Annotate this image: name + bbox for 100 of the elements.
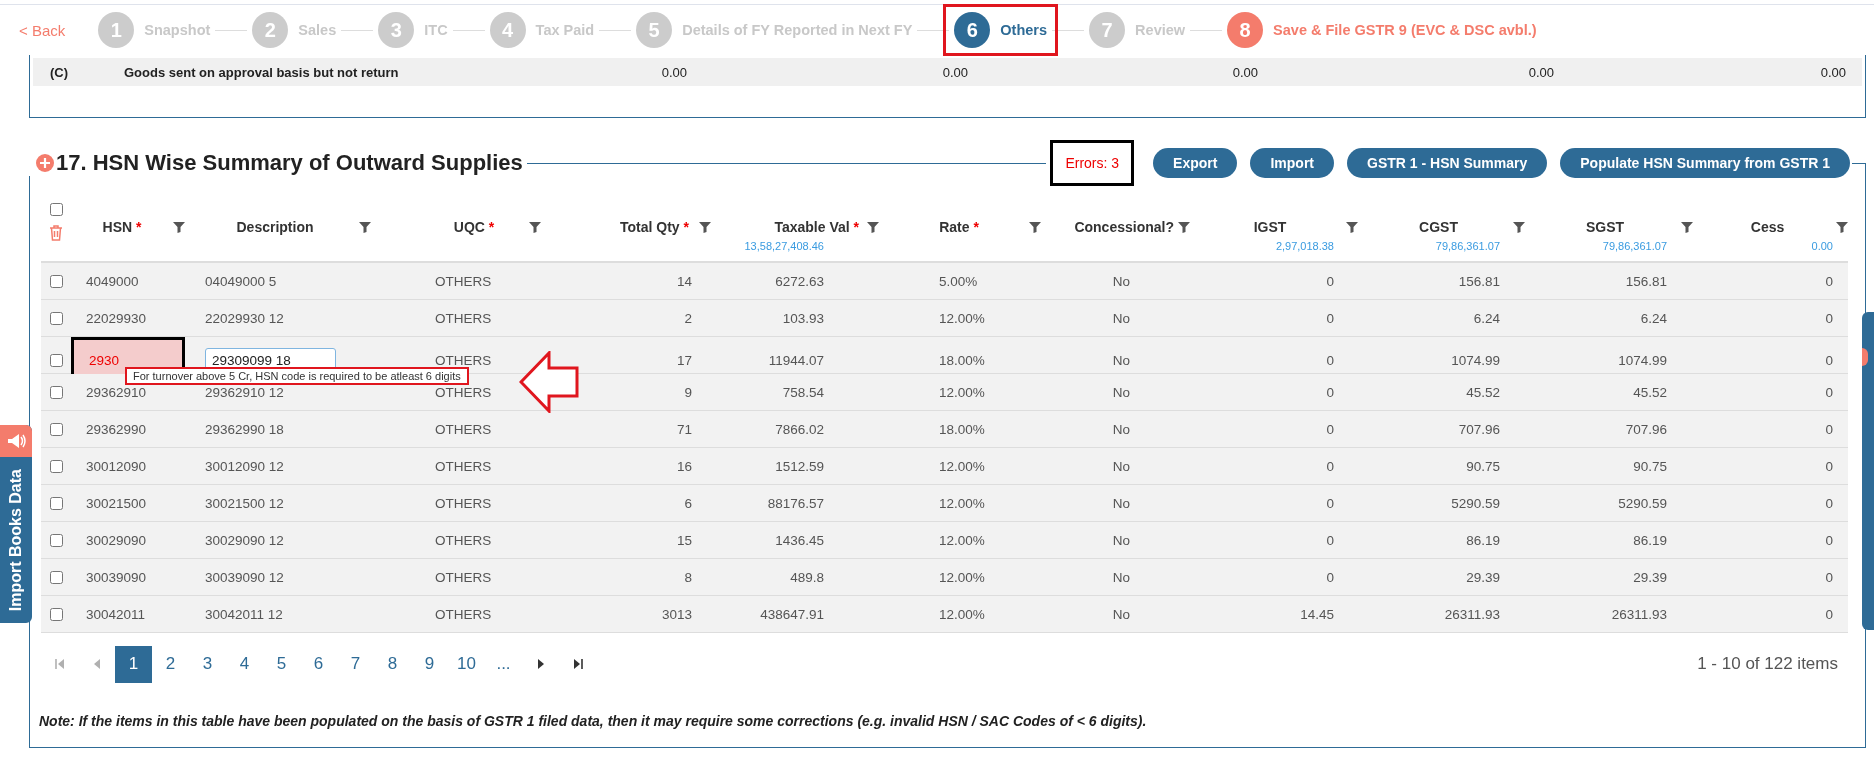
table-cell-text: 30021500 bbox=[85, 495, 148, 511]
table-row[interactable]: 29362990 29362990 18 OTHERS 71 7866.02 18.00% No 0 707.96 707.96 0 bbox=[41, 411, 1848, 448]
note-text: Note: If the items in this table have been populated on the basis of GSTR 1 filed data, then it may require some corrections (e.g. invalid HSN / SAC Codes of < 6 digits). bbox=[39, 713, 1148, 729]
table-cell-text: 0 bbox=[1325, 352, 1335, 368]
table-cell-text: No bbox=[1111, 495, 1132, 511]
table-cell-text: 103.93 bbox=[781, 310, 825, 326]
table-row[interactable]: 4049000 04049000 5 OTHERS 14 6272.63 5.00% No 0 156.81 156.81 0 bbox=[41, 263, 1848, 300]
table-cell-text: No bbox=[1111, 352, 1132, 368]
table-cell-text: 29362990 18 bbox=[204, 421, 285, 437]
table-cell-text: 0 bbox=[1325, 273, 1335, 289]
table-row[interactable]: 30042011 30042011 12 OTHERS 3013 438647.91 12.00% No 14.45 26311.93 26311.93 0 bbox=[41, 596, 1848, 633]
table-cell-text: OTHERS bbox=[434, 384, 493, 400]
table-row[interactable]: 30021500 30021500 12 OTHERS 6 88176.57 12.00% No 0 5290.59 5290.59 0 bbox=[41, 485, 1848, 522]
table-cell-text: 0 bbox=[1325, 310, 1335, 326]
table-cell-text: 26311.93 bbox=[1443, 606, 1501, 622]
pagination-summary: 1 - 10 of 122 items bbox=[1697, 654, 1838, 674]
error-count: Errors: 3 bbox=[1050, 140, 1135, 186]
column-header[interactable]: Concessional? bbox=[1049, 219, 1178, 235]
table-cell-text: (C) bbox=[49, 64, 70, 80]
column-header[interactable]: IGST bbox=[1194, 219, 1346, 235]
column-header[interactable]: SGST bbox=[1529, 219, 1681, 235]
table-row[interactable]: 30012090 30012090 12 OTHERS 16 1512.59 12.00% No 0 90.75 90.75 0 bbox=[41, 448, 1848, 485]
column-header[interactable]: UQC * bbox=[419, 219, 529, 235]
table-cell-text: OTHERS bbox=[434, 532, 493, 548]
table-cell-text: 6.24 bbox=[1472, 310, 1501, 326]
table-cell-text: 0 bbox=[1325, 421, 1335, 437]
table-cell-text: 0.00 bbox=[1527, 64, 1554, 80]
column-header[interactable]: CGST bbox=[1364, 219, 1513, 235]
table-cell-text: 29362990 bbox=[85, 421, 148, 437]
page-button[interactable]: 9 bbox=[411, 645, 448, 683]
action-button[interactable]: Import bbox=[1250, 148, 1334, 178]
table-cell-text: OTHERS bbox=[434, 273, 493, 289]
table-cell-text: 0 bbox=[1325, 569, 1335, 585]
table-cell-text: 17 bbox=[675, 352, 693, 368]
table-cell-text: No bbox=[1111, 532, 1132, 548]
table-row[interactable]: 30029090 30029090 12 OTHERS 15 1436.45 12.00% No 0 86.19 86.19 0 bbox=[41, 522, 1848, 559]
table-cell-text: 29362910 bbox=[85, 384, 148, 400]
table-cell-text: 0 bbox=[1325, 532, 1335, 548]
table-cell-text: 12.00% bbox=[938, 384, 986, 400]
column-header[interactable]: Rate * bbox=[889, 219, 1029, 235]
table-cell-text: 15 bbox=[675, 532, 693, 548]
table-cell-text: 6.24 bbox=[1639, 310, 1668, 326]
column-total: 2,97,018.38 bbox=[1275, 240, 1334, 252]
table-cell-text: 0 bbox=[1325, 458, 1335, 474]
action-button[interactable]: Populate HSN Summary from GSTR 1 bbox=[1560, 148, 1850, 178]
page-button[interactable]: 1 bbox=[115, 645, 152, 683]
table-cell-text: 1512.59 bbox=[774, 458, 825, 474]
page-button[interactable]: 6 bbox=[300, 645, 337, 683]
table-cell-text: 14.45 bbox=[1299, 606, 1335, 622]
page-button[interactable]: 8 bbox=[374, 645, 411, 683]
table-cell-text: 9 bbox=[683, 384, 693, 400]
page-button[interactable]: 10 bbox=[448, 645, 485, 683]
table-cell-text: 45.52 bbox=[1632, 384, 1668, 400]
table-row[interactable]: 30039090 30039090 12 OTHERS 8 489.8 12.00% No 0 29.39 29.39 0 bbox=[41, 559, 1848, 596]
column-total: 13,58,27,408.46 bbox=[744, 240, 824, 252]
table-cell-text: 5290.59 bbox=[1450, 495, 1501, 511]
page-button[interactable]: 5 bbox=[263, 645, 300, 683]
error-tooltip: For turnover above 5 Cr, HSN code is required to be atleast 6 digits bbox=[125, 367, 469, 385]
column-header[interactable]: Cess bbox=[1699, 219, 1836, 235]
table-cell-text: 0 bbox=[1824, 569, 1834, 585]
table-cell-text: 0 bbox=[1325, 384, 1335, 400]
import-tab[interactable]: Import Books Data bbox=[0, 425, 32, 624]
table-cell-text: 30042011 bbox=[85, 606, 147, 622]
page-button[interactable]: 4 bbox=[226, 645, 263, 683]
table-cell-text: 0 bbox=[1824, 352, 1834, 368]
column-header[interactable]: Taxable Val * bbox=[719, 219, 867, 235]
more-pages[interactable]: ... bbox=[485, 654, 522, 674]
action-button[interactable]: Export bbox=[1153, 148, 1238, 178]
table-cell-text: 71 bbox=[675, 421, 693, 437]
table-cell-text: 156.81 bbox=[1457, 273, 1501, 289]
table-cell-text: OTHERS bbox=[434, 352, 493, 368]
table-cell-text: 30039090 12 bbox=[204, 569, 285, 585]
table-cell-text: No bbox=[1111, 384, 1132, 400]
table-cell-text: 7866.02 bbox=[774, 421, 825, 437]
page-button[interactable]: 7 bbox=[337, 645, 374, 683]
table-cell-text: OTHERS bbox=[434, 495, 493, 511]
table-cell-text: 0.00 bbox=[660, 64, 687, 80]
table-cell-text: OTHERS bbox=[434, 458, 493, 474]
table-cell-text: 0 bbox=[1824, 273, 1834, 289]
table-cell-text: 22029930 12 bbox=[204, 310, 285, 326]
table-cell-text: No bbox=[1111, 569, 1132, 585]
step-tab[interactable]: 6 Others bbox=[943, 4, 1059, 56]
page-button[interactable]: 2 bbox=[152, 645, 189, 683]
table-row[interactable]: 22029930 22029930 12 OTHERS 2 103.93 12.00% No 0 6.24 6.24 0 bbox=[41, 300, 1848, 337]
action-button[interactable]: GSTR 1 - HSN Summary bbox=[1347, 148, 1548, 178]
table-cell-text: 0 bbox=[1824, 310, 1834, 326]
column-header[interactable]: HSN * bbox=[71, 219, 173, 235]
table-cell-text: 0 bbox=[1824, 458, 1834, 474]
table-cell-text: 6272.63 bbox=[774, 273, 825, 289]
column-header[interactable]: Total Qty * bbox=[559, 219, 699, 235]
table-cell-text: 3013 bbox=[660, 606, 693, 622]
table-cell-text: 29362910 12 bbox=[204, 384, 285, 400]
table-cell-text: 12.00% bbox=[938, 606, 986, 622]
column-total: 79,86,361.07 bbox=[1602, 240, 1667, 252]
table-cell-text: 4049000 bbox=[85, 273, 140, 289]
table-cell-text: OTHERS bbox=[434, 569, 493, 585]
page-button[interactable]: 3 bbox=[189, 645, 226, 683]
table-cell-text: No bbox=[1111, 310, 1132, 326]
column-header[interactable]: Description bbox=[191, 219, 359, 235]
table-cell-text: 12.00% bbox=[938, 569, 986, 585]
